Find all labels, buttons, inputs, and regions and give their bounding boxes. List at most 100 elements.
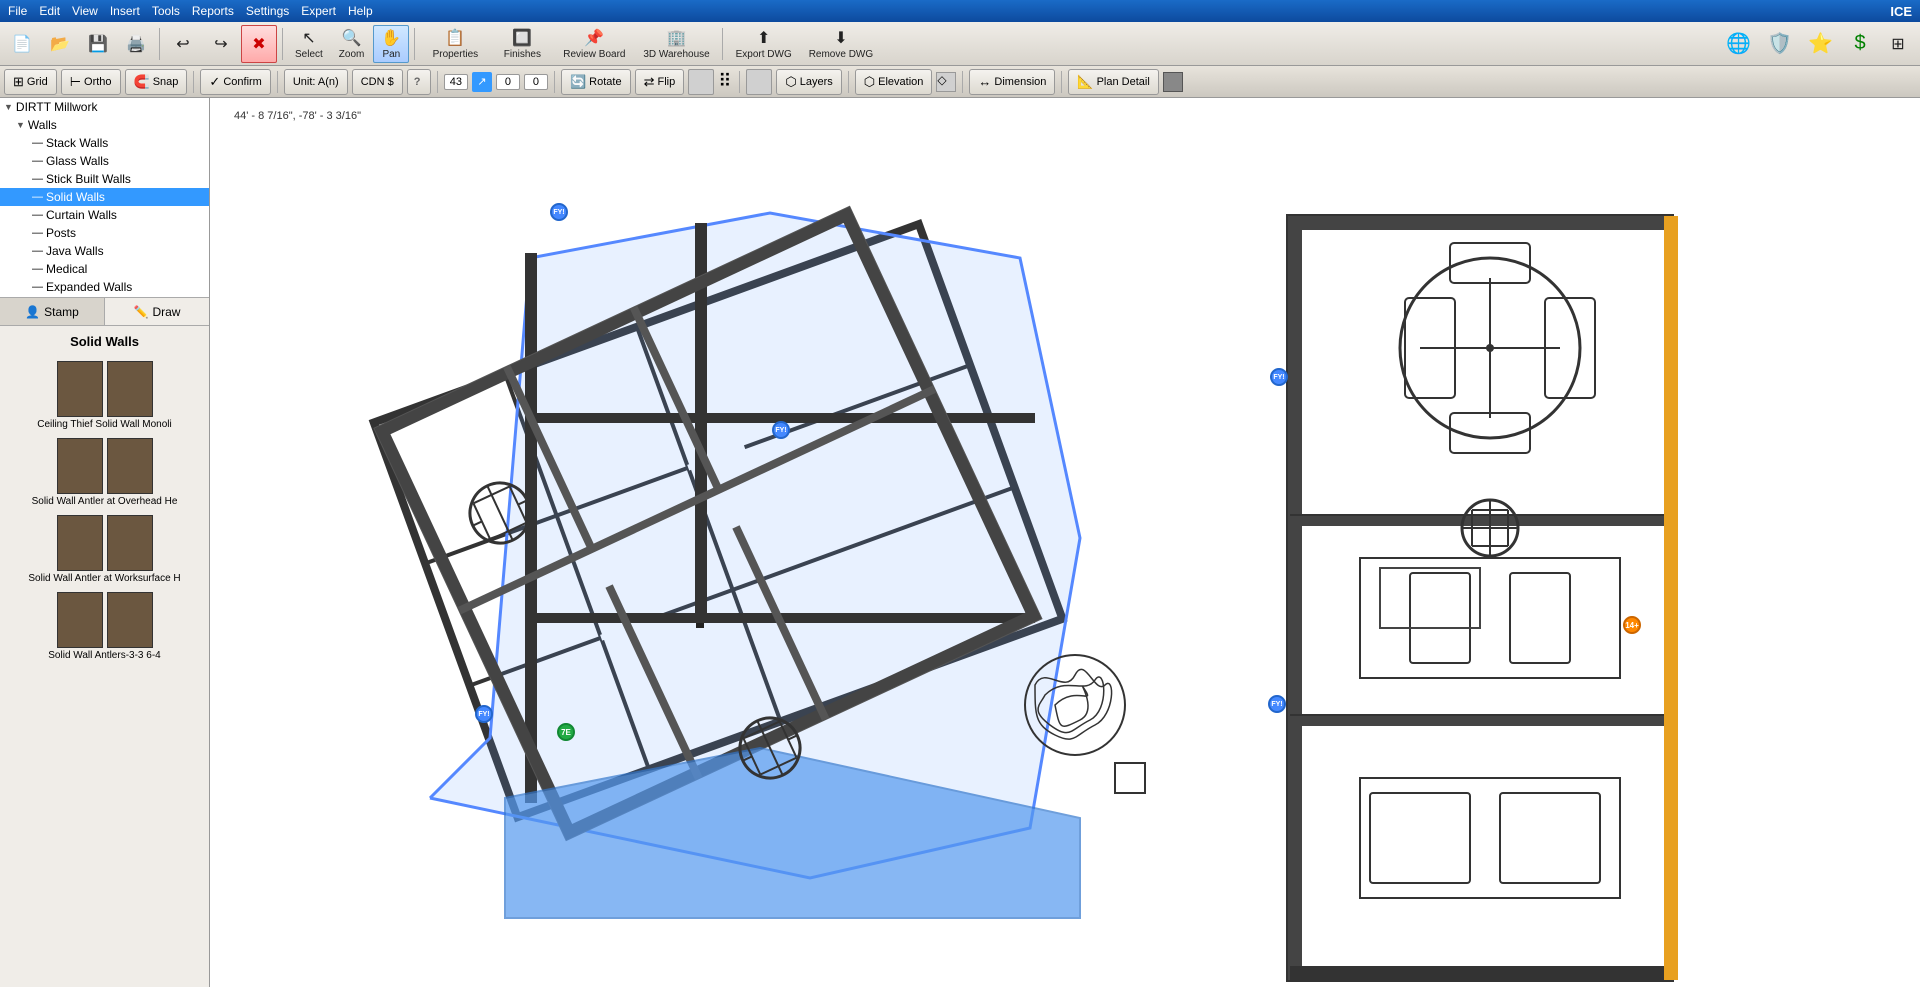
tree-item-posts[interactable]: — Posts (0, 224, 209, 242)
elevation-button[interactable]: ⬡ Elevation (855, 69, 933, 95)
draw-tab[interactable]: ✏️ Draw (105, 298, 209, 325)
canvas-area[interactable]: 44' - 8 7/16", -78' - 3 3/16" (210, 98, 1920, 987)
delete-button[interactable]: ✖ (241, 25, 277, 63)
app-title: ICE (1890, 4, 1912, 19)
confirm-button[interactable]: ✓ Confirm (200, 69, 270, 95)
plan-detail-button[interactable]: 📐 Plan Detail (1068, 69, 1158, 95)
wall-swatch-3b (107, 515, 153, 571)
menu-insert[interactable]: Insert (110, 4, 140, 18)
icon-expand[interactable]: ⊞ (1880, 25, 1916, 63)
fyi-marker-3[interactable]: FY! (475, 705, 493, 723)
snap-button[interactable]: 🧲 Snap (125, 69, 188, 95)
menu-file[interactable]: File (8, 4, 27, 18)
layers-button[interactable]: ⬡ Layers (776, 69, 841, 95)
review-board-button[interactable]: 📌 Review Board (554, 25, 634, 63)
remove-dwg-button[interactable]: ⬇ Remove DWG (802, 25, 880, 63)
pan-icon: ✋ (380, 28, 402, 49)
rotate-button[interactable]: 🔄 Rotate (561, 69, 631, 95)
icon-currency[interactable]: $ (1842, 25, 1878, 63)
left-panel: ▼ DIRTT Millwork ▼ Walls — Stack Walls —… (0, 98, 210, 987)
tree-item-icon: — (32, 173, 43, 185)
wall-type-3[interactable]: Solid Wall Antler at Worksurface H (4, 515, 205, 584)
snap-icon: 🧲 (134, 74, 150, 90)
wall-type-4[interactable]: Solid Wall Antlers-3-3 6-4 (4, 592, 205, 661)
tree-walls[interactable]: ▼ Walls (0, 116, 209, 134)
fyi-marker-7e[interactable]: 7E (557, 723, 575, 741)
ortho-icon: ⊢ (70, 74, 81, 90)
menu-tools[interactable]: Tools (152, 4, 180, 18)
tree-item-stick-walls[interactable]: — Stick Built Walls (0, 170, 209, 188)
sep1 (159, 28, 160, 60)
redo-icon: ↪ (210, 33, 232, 55)
tree-item-java-walls[interactable]: — Java Walls (0, 242, 209, 260)
tree-item-icon: — (32, 155, 43, 167)
select-icon: ↖ (298, 28, 320, 49)
menu-help[interactable]: Help (348, 4, 373, 18)
dimension-button[interactable]: ↔ Dimension (969, 69, 1055, 95)
tree-item-glass-walls[interactable]: — Glass Walls (0, 152, 209, 170)
tree-item-stack-walls[interactable]: — Stack Walls (0, 134, 209, 152)
icon-star[interactable]: ⭐ (1801, 25, 1840, 63)
action-sep4 (554, 71, 555, 93)
wall-type-1[interactable]: Ceiling Thief Solid Wall Monoli (4, 361, 205, 430)
undo-icon: ↩ (172, 33, 194, 55)
properties-button[interactable]: 📋 Properties (420, 25, 490, 63)
save-button[interactable]: 💾 (80, 25, 116, 63)
export-dwg-button[interactable]: ⬆ Export DWG (728, 25, 800, 63)
stamp-tab-label: Stamp (44, 305, 79, 319)
wall-swatches-3 (57, 515, 153, 571)
draw-tab-icon: ✏️ (134, 305, 149, 319)
stamp-tab[interactable]: 👤 Stamp (0, 298, 105, 325)
tree-item-icon: — (32, 281, 43, 293)
menu-settings[interactable]: Settings (246, 4, 289, 18)
grid-button[interactable]: ⊞ Grid (4, 69, 57, 95)
tree-item-expanded-walls[interactable]: — Expanded Walls (0, 278, 209, 296)
tree-root[interactable]: ▼ DIRTT Millwork (0, 98, 209, 116)
print-button[interactable]: 🖨️ (118, 25, 154, 63)
wall-type-3-label: Solid Wall Antler at Worksurface H (28, 573, 180, 584)
fyi-marker-4[interactable]: FY! (1270, 368, 1288, 386)
tree-root-label: DIRTT Millwork (16, 100, 98, 114)
menu-edit[interactable]: Edit (39, 4, 60, 18)
fyi-label: FY! (775, 427, 786, 434)
export-dwg-label: Export DWG (736, 49, 792, 60)
content-title: Solid Walls (4, 330, 205, 353)
flip-button[interactable]: ⇄ Flip (635, 69, 685, 95)
tree-item-icon: — (32, 245, 43, 257)
zoom-button[interactable]: 🔍 Zoom (332, 25, 372, 63)
finishes-button[interactable]: 🔲 Finishes (492, 25, 552, 63)
menu-view[interactable]: View (72, 4, 98, 18)
flip-mode-box (688, 69, 714, 95)
cdn-display: CDN $ (352, 69, 403, 95)
flip-label: Flip (657, 76, 675, 88)
fyi-marker-5[interactable]: FY! (1268, 695, 1286, 713)
pan-button[interactable]: ✋ Pan (373, 25, 409, 63)
stamp-draw-tabs: 👤 Stamp ✏️ Draw (0, 298, 209, 326)
tree-item-solid-walls[interactable]: — Solid Walls (0, 188, 209, 206)
layer-icon-box (746, 69, 772, 95)
ortho-button[interactable]: ⊢ Ortho (61, 69, 121, 95)
wall-swatch-4a (57, 592, 103, 648)
menu-bar[interactable]: File Edit View Insert Tools Reports Sett… (8, 4, 373, 18)
fyi-marker-2[interactable]: FY! (772, 421, 790, 439)
redo-button[interactable]: ↪ (203, 25, 239, 63)
menu-reports[interactable]: Reports (192, 4, 234, 18)
icon-shield[interactable]: 🛡️ (1760, 25, 1799, 63)
3d-warehouse-button[interactable]: 🏢 3D Warehouse (636, 25, 716, 63)
print-icon: 🖨️ (125, 33, 147, 55)
new-button[interactable]: 📄 (4, 25, 40, 63)
save-icon: 💾 (87, 33, 109, 55)
help-button[interactable]: ? (407, 69, 431, 95)
wall-type-2[interactable]: Solid Wall Antler at Overhead He (4, 438, 205, 507)
menu-expert[interactable]: Expert (301, 4, 336, 18)
fyi-marker-1[interactable]: FY! (550, 203, 568, 221)
open-button[interactable]: 📂 (42, 25, 78, 63)
tree-item-medical[interactable]: — Medical (0, 260, 209, 278)
content-panel: Solid Walls Ceiling Thief Solid Wall Mon… (0, 326, 209, 987)
icon-globe[interactable]: 🌐 (1719, 25, 1758, 63)
tree-item-curtain-walls[interactable]: — Curtain Walls (0, 206, 209, 224)
review-label: Review Board (563, 49, 625, 60)
fyi-marker-14plus[interactable]: 14+ (1623, 616, 1641, 634)
undo-button[interactable]: ↩ (165, 25, 201, 63)
select-button[interactable]: ↖ Select (288, 25, 330, 63)
